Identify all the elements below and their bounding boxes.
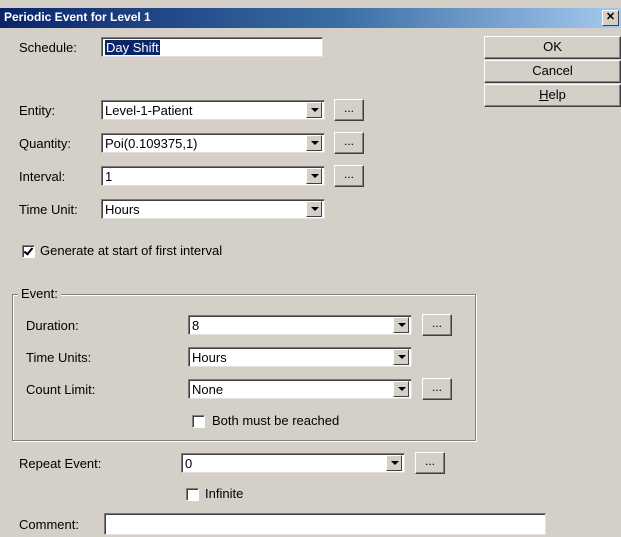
count-limit-label: Count Limit: (26, 382, 96, 397)
entity-label: Entity: (19, 103, 56, 118)
time-unit-value: Hours (105, 202, 140, 217)
chevron-down-icon[interactable] (393, 349, 409, 365)
entity-value: Level-1-Patient (105, 103, 193, 118)
infinite-checkbox[interactable] (186, 488, 199, 501)
both-reached-checkbox[interactable] (192, 415, 205, 428)
title-bar: Periodic Event for Level 1 ✕ (0, 8, 621, 28)
repeat-event-browse-button[interactable]: ... (415, 452, 445, 474)
close-icon[interactable]: ✕ (602, 10, 619, 26)
help-mnemonic: H (539, 87, 549, 102)
time-units-value: Hours (192, 350, 227, 365)
infinite-label: Infinite (205, 486, 244, 501)
interval-browse-button[interactable]: ... (334, 165, 364, 187)
interval-select[interactable]: 1 (101, 166, 325, 186)
cancel-button[interactable]: Cancel (484, 60, 621, 83)
interval-value: 1 (105, 169, 113, 184)
time-unit-label: Time Unit: (19, 202, 78, 217)
interval-label: Interval: (19, 169, 66, 184)
count-limit-select[interactable]: None (188, 379, 412, 399)
comment-input[interactable] (104, 513, 546, 535)
chevron-down-icon[interactable] (306, 135, 322, 151)
schedule-input[interactable]: Day Shift (101, 37, 323, 57)
window-title: Periodic Event for Level 1 (4, 10, 151, 24)
chevron-down-icon[interactable] (393, 317, 409, 333)
entity-select[interactable]: Level-1-Patient (101, 100, 325, 120)
both-reached-label: Both must be reached (212, 413, 340, 428)
time-units-label: Time Units: (26, 350, 92, 365)
duration-label: Duration: (26, 318, 79, 333)
chevron-down-icon[interactable] (306, 201, 322, 217)
quantity-browse-button[interactable]: ... (334, 132, 364, 154)
entity-browse-button[interactable]: ... (334, 99, 364, 121)
duration-browse-button[interactable]: ... (422, 314, 452, 336)
help-button[interactable]: Help (484, 84, 621, 107)
event-group-legend: Event: (18, 286, 61, 302)
comment-label: Comment: (19, 517, 79, 532)
schedule-value: Day Shift (105, 40, 160, 55)
repeat-event-label: Repeat Event: (19, 456, 102, 471)
generate-first-label: Generate at start of first interval (40, 243, 223, 258)
repeat-event-select[interactable]: 0 (181, 453, 405, 473)
ok-button[interactable]: OK (484, 36, 621, 59)
chevron-down-icon[interactable] (306, 168, 322, 184)
help-label: elp (548, 87, 566, 102)
quantity-label: Quantity: (19, 136, 72, 151)
duration-select[interactable]: 8 (188, 315, 412, 335)
chevron-down-icon[interactable] (306, 102, 322, 118)
count-limit-browse-button[interactable]: ... (422, 378, 452, 400)
repeat-event-value: 0 (185, 456, 193, 471)
count-limit-value: None (192, 382, 224, 397)
generate-first-checkbox[interactable] (22, 245, 35, 258)
time-unit-select[interactable]: Hours (101, 199, 325, 219)
chevron-down-icon[interactable] (386, 455, 402, 471)
chevron-down-icon[interactable] (393, 381, 409, 397)
quantity-select[interactable]: Poi(0.109375,1) (101, 133, 325, 153)
duration-value: 8 (192, 318, 200, 333)
schedule-label: Schedule: (19, 40, 77, 55)
time-units-select[interactable]: Hours (188, 347, 412, 367)
quantity-value: Poi(0.109375,1) (105, 136, 198, 151)
